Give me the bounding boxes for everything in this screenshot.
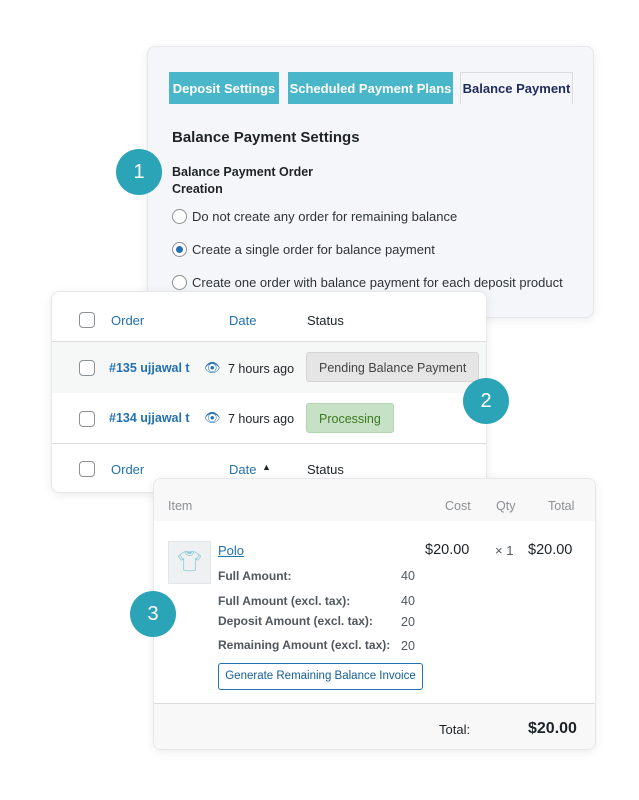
step-1-badge: 1 bbox=[116, 149, 162, 195]
step-2-badge: 2 bbox=[463, 378, 509, 424]
radio-button[interactable] bbox=[172, 209, 187, 224]
status-column-footer: Status bbox=[307, 462, 344, 477]
status-badge: Pending Balance Payment bbox=[306, 352, 480, 382]
order-column-header[interactable]: Order bbox=[111, 313, 144, 328]
item-column: Item bbox=[168, 499, 193, 513]
product-total: $20.00 bbox=[528, 542, 573, 558]
radio-each-product[interactable]: Create one order with balance payment fo… bbox=[172, 275, 563, 290]
total-column: Total bbox=[548, 499, 575, 513]
radio-label: Create one order with balance payment fo… bbox=[192, 275, 563, 290]
cost-column: Cost bbox=[445, 499, 471, 513]
order-link[interactable]: #134 ujjawal t bbox=[109, 411, 190, 425]
meta-label: Full Amount (excl. tax): bbox=[218, 594, 351, 608]
meta-value: 40 bbox=[401, 594, 415, 608]
status-column-header: Status bbox=[307, 313, 344, 328]
order-column-footer[interactable]: Order bbox=[111, 462, 144, 477]
date-column-footer[interactable]: Date bbox=[229, 462, 256, 477]
product-link[interactable]: Polo bbox=[218, 543, 244, 558]
eye-icon[interactable]: 👁︎ bbox=[204, 360, 221, 376]
select-all-checkbox[interactable] bbox=[79, 461, 95, 477]
radio-button[interactable] bbox=[172, 242, 187, 257]
tab-deposit-settings[interactable]: Deposit Settings bbox=[169, 72, 279, 104]
date-column-header[interactable]: Date bbox=[229, 313, 256, 328]
eye-icon[interactable]: 👁︎ bbox=[204, 410, 221, 426]
radio-button[interactable] bbox=[172, 275, 187, 290]
row-checkbox[interactable] bbox=[79, 411, 95, 427]
order-date: 7 hours ago bbox=[228, 362, 295, 376]
product-cost: $20.00 bbox=[425, 542, 470, 558]
balance-payment-settings-panel: Deposit Settings Scheduled Payment Plans… bbox=[147, 46, 594, 318]
field-label: Balance Payment Order bbox=[172, 165, 314, 179]
meta-label: Remaining Amount (excl. tax): bbox=[218, 638, 391, 652]
field-label-cont: Creation bbox=[172, 182, 223, 196]
step-3-badge: 3 bbox=[130, 591, 176, 637]
order-link[interactable]: #135 ujjawal t bbox=[109, 361, 190, 375]
select-all-checkbox[interactable] bbox=[79, 312, 95, 328]
tab-balance-payment[interactable]: Balance Payment bbox=[460, 72, 573, 104]
meta-label: Deposit Amount (excl. tax): bbox=[218, 614, 373, 628]
meta-value: 20 bbox=[401, 615, 415, 629]
items-total-row: Total: $20.00 bbox=[154, 703, 595, 749]
generate-invoice-button[interactable]: Generate Remaining Balance Invoice bbox=[218, 663, 423, 690]
qty-column: Qty bbox=[496, 499, 516, 513]
section-title: Balance Payment Settings bbox=[172, 129, 360, 146]
total-value: $20.00 bbox=[528, 720, 577, 737]
radio-label: Do not create any order for remaining ba… bbox=[192, 209, 458, 224]
meta-value: 20 bbox=[401, 639, 415, 653]
radio-label: Create a single order for balance paymen… bbox=[192, 242, 435, 257]
table-row[interactable]: #135 ujjawal t 👁︎ 7 hours ago Pending Ba… bbox=[52, 342, 486, 393]
product-thumbnail[interactable]: 👕︎ bbox=[168, 541, 211, 584]
table-header: Order Date Status bbox=[52, 292, 486, 342]
table-row[interactable]: #134 ujjawal t 👁︎ 7 hours ago Processing bbox=[52, 393, 486, 444]
meta-label: Full Amount: bbox=[218, 569, 292, 583]
status-badge: Processing bbox=[306, 403, 394, 433]
order-items-panel: Item Cost Qty Total 👕︎ Polo $20.00 × 1 $… bbox=[153, 478, 596, 750]
radio-no-order[interactable]: Do not create any order for remaining ba… bbox=[172, 209, 457, 224]
orders-table: Order Date Status #135 ujjawal t 👁︎ 7 ho… bbox=[51, 291, 487, 493]
product-qty: × 1 bbox=[495, 543, 514, 558]
total-label: Total: bbox=[439, 722, 471, 737]
order-date: 7 hours ago bbox=[228, 412, 295, 426]
meta-value: 40 bbox=[401, 569, 415, 583]
tab-scheduled-payment-plans[interactable]: Scheduled Payment Plans bbox=[288, 72, 453, 104]
row-checkbox[interactable] bbox=[79, 360, 95, 376]
radio-single-order[interactable]: Create a single order for balance paymen… bbox=[172, 242, 435, 257]
items-header: Item Cost Qty Total bbox=[154, 479, 595, 521]
sort-ascending-icon[interactable]: ▲ bbox=[262, 462, 271, 472]
